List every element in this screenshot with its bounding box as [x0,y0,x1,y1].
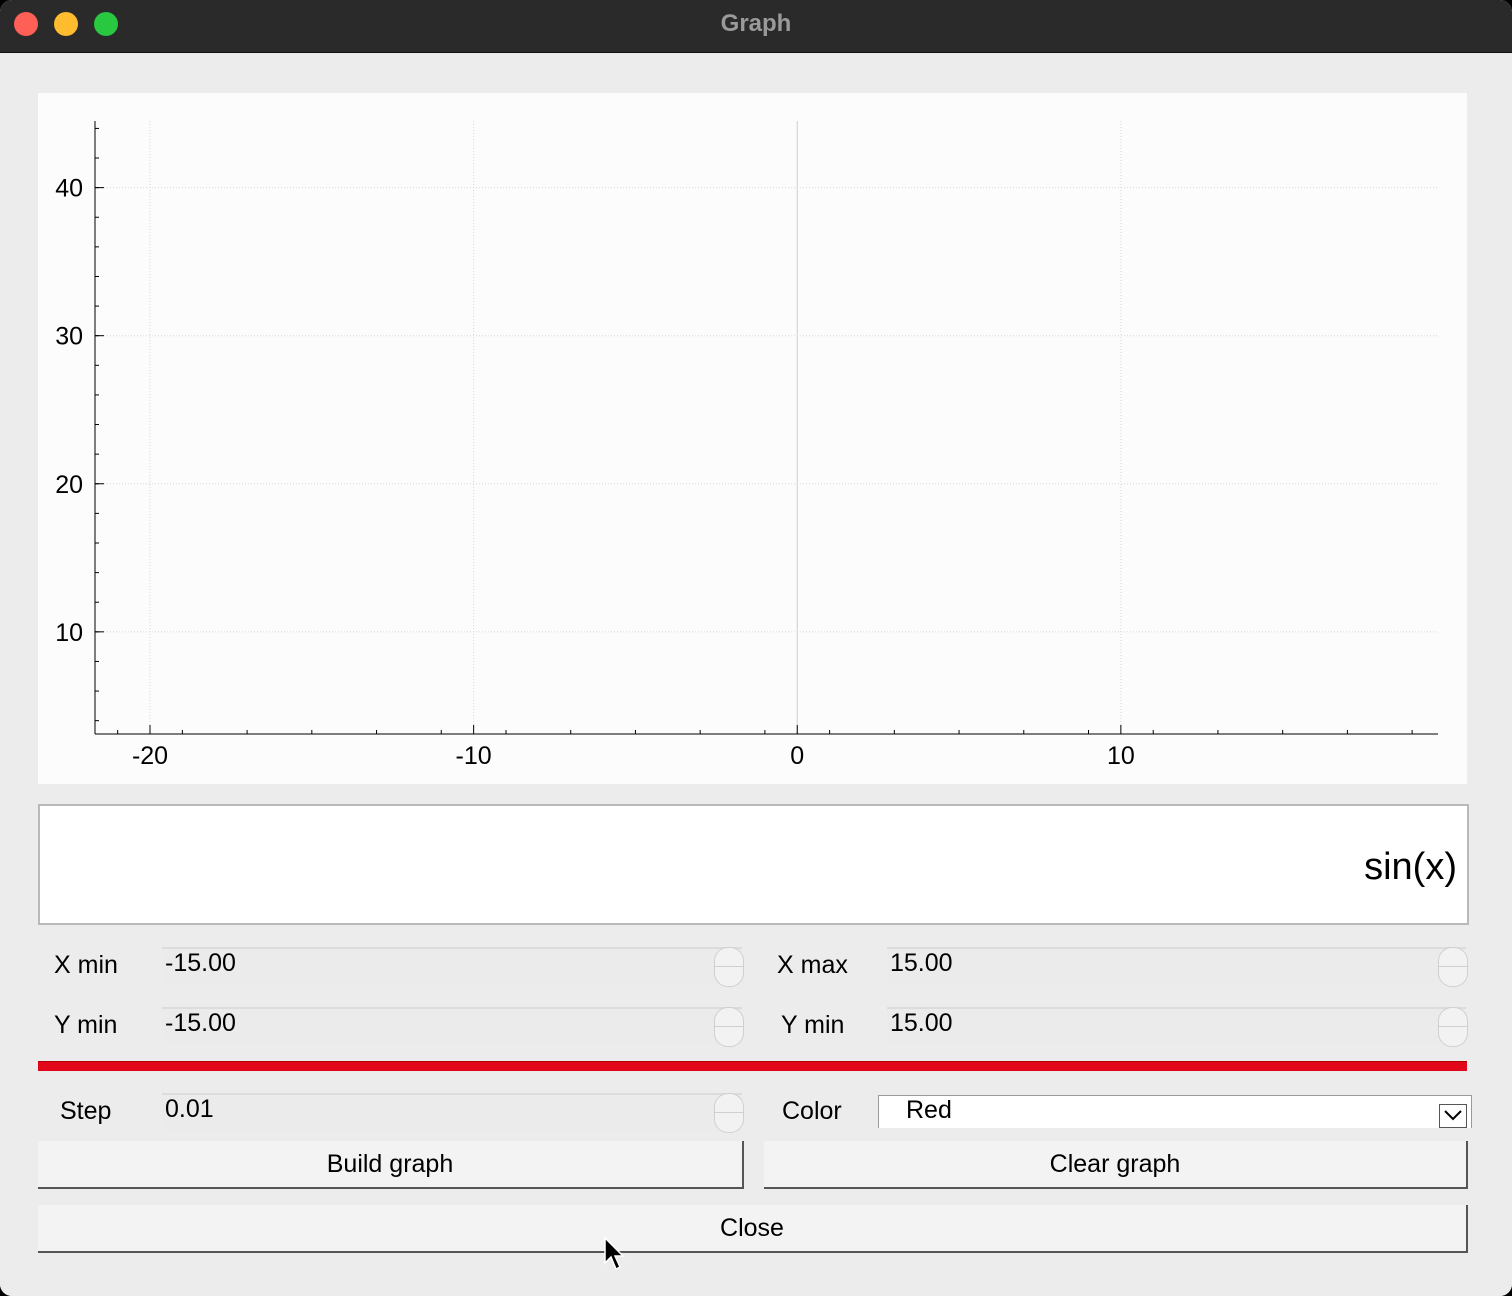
x-tick-label: -20 [132,742,168,770]
build-graph-button[interactable]: Build graph [38,1141,744,1189]
y-tick-label: 40 [55,175,83,203]
expression-text: sin(x) [1364,846,1457,888]
ymin-stepper-arrows[interactable] [714,1007,744,1047]
ymax-label: Y min [781,1011,845,1039]
xmin-value: -15.00 [165,949,236,977]
xmax-stepper-arrows[interactable] [1438,947,1468,987]
title-bar: Graph [0,0,1512,53]
graph-color-preview [38,1061,1467,1071]
y-tick-label: 10 [55,619,83,647]
ymin-value: -15.00 [165,1009,236,1037]
clear-graph-button[interactable]: Clear graph [764,1141,1468,1189]
color-select[interactable]: Red [878,1095,1472,1128]
color-select-value: Red [906,1096,952,1124]
xmin-stepper-arrows[interactable] [714,947,744,987]
x-tick-label: 0 [790,742,804,770]
ymin-spinbox[interactable]: -15.00 [162,1007,744,1047]
step-value: 0.01 [165,1095,214,1123]
step-spinbox[interactable]: 0.01 [162,1093,744,1133]
xmax-spinbox[interactable]: 15.00 [887,947,1468,987]
main-panel: -20 -10 0 10 10 20 30 40 sin(x) X min -15.00 X … [0,53,1512,1296]
xmin-label: X min [54,951,118,979]
color-label: Color [782,1097,842,1125]
close-button[interactable]: Close [38,1205,1468,1253]
chevron-down-icon[interactable] [1439,1104,1467,1128]
ymax-value: 15.00 [890,1009,953,1037]
xmin-spinbox[interactable]: -15.00 [162,947,744,987]
step-label: Step [60,1097,112,1125]
graph-window: Graph -20 -10 0 10 10 20 30 40 sin(x) X min -15… [0,0,1512,1296]
x-tick-label: 10 [1107,742,1135,770]
expression-display[interactable]: sin(x) [38,804,1469,925]
step-stepper-arrows[interactable] [714,1093,744,1133]
xmax-value: 15.00 [890,949,953,977]
ymin-label: Y min [54,1011,118,1039]
window-title: Graph [720,10,792,37]
x-tick-label: -10 [456,742,492,770]
ymax-spinbox[interactable]: 15.00 [887,1007,1468,1047]
y-tick-label: 20 [55,471,83,499]
graph-plot: -20 -10 0 10 10 20 30 40 [38,93,1467,784]
y-tick-label: 30 [55,323,83,351]
ymax-stepper-arrows[interactable] [1438,1007,1468,1047]
plot-canvas: -20 -10 0 10 10 20 30 40 [55,121,1438,770]
mouse-pointer-icon [604,1237,625,1271]
xmax-label: X max [777,951,848,979]
